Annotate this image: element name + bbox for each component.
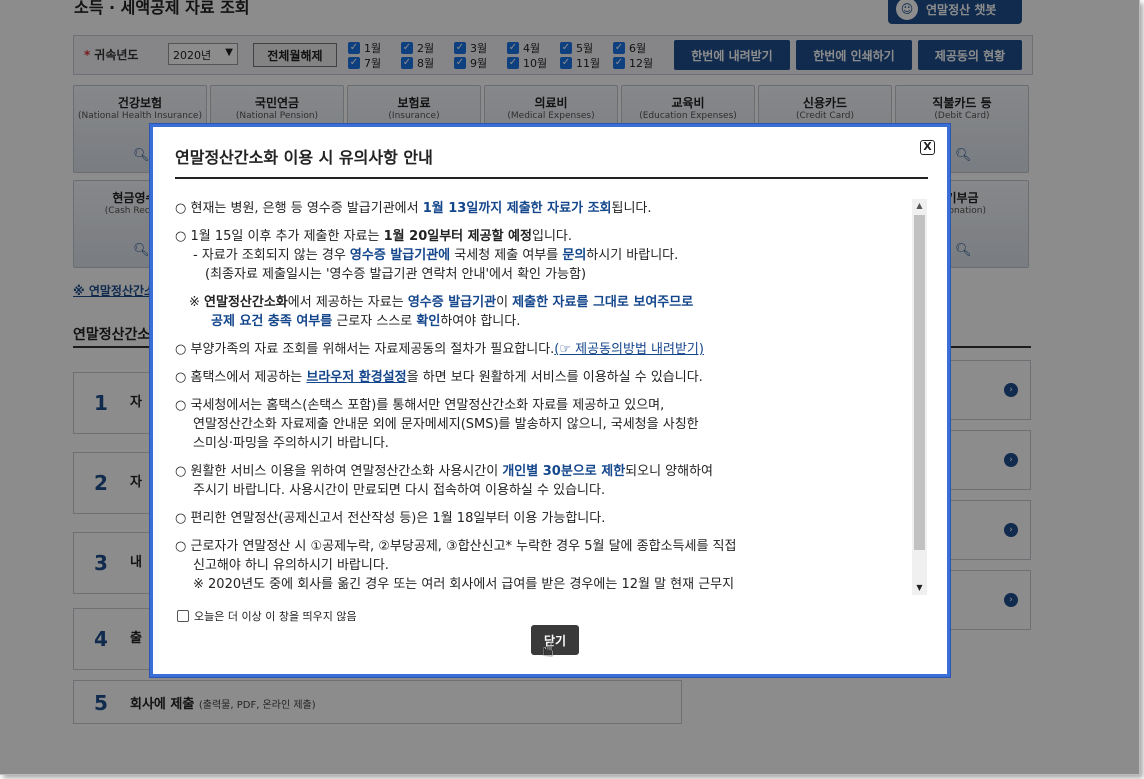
- notice-item: ○ 국세청에서는 홈택스(손택스 포함)를 통해서만 연말정산간소화 자료를 제…: [175, 398, 699, 451]
- scroll-up-icon[interactable]: ▲: [912, 199, 927, 213]
- modal-title: 연말정산간소화 이용 시 유의사항 안내: [175, 148, 433, 167]
- notice-item: ○ 홈택스에서 제공하는 브라우저 환경설정을 하면 보다 원활하게 서비스를 …: [175, 370, 703, 385]
- scrollbar[interactable]: ▲ ▼: [912, 199, 927, 595]
- browser-settings-link[interactable]: 브라우저 환경설정: [306, 370, 406, 385]
- consent-method-download-link[interactable]: (☞ 제공동의방법 내려받기): [554, 342, 704, 357]
- close-button[interactable]: 닫기: [531, 625, 579, 655]
- notice-item: ○ 편리한 연말정산(공제신고서 전산작성 등)은 1월 18일부터 이용 가능…: [175, 511, 606, 526]
- modal-divider: [175, 177, 928, 179]
- close-icon[interactable]: X: [920, 140, 935, 155]
- notice-item: ○ 근로자가 연말정산 시 ①공제누락, ②부당공제, ③합산신고* 누락한 경…: [175, 539, 737, 592]
- notice-content: ○ 현재는 병원, 은행 등 영수증 발급기관에서 1월 13일까지 제출한 자…: [175, 199, 910, 595]
- browser-frame: 소득 · 세액공제 자료 조회 ☺ 연말정산 챗봇 * 귀속년도 2020년 ▼ 전…: [0, 0, 1140, 775]
- dont-show-today-checkbox[interactable]: 오늘은 더 이상 이 창을 띄우지 않음: [177, 608, 357, 624]
- hand-cursor-icon: ☝: [542, 637, 555, 661]
- notice-item: ※ 연말정산간소화에서 제공하는 자료는 영수증 발급기관이 제출한 자료를 그…: [189, 295, 694, 329]
- checkbox-box[interactable]: [177, 610, 189, 622]
- notice-modal: 연말정산간소화 이용 시 유의사항 안내 X ○ 현재는 병원, 은행 등 영수…: [150, 124, 950, 677]
- notice-item: ○ 1월 15일 이후 추가 제출한 자료는 1월 20일부터 제공할 예정입니…: [175, 229, 679, 282]
- notice-item: ○ 현재는 병원, 은행 등 영수증 발급기관에서 1월 13일까지 제출한 자…: [175, 201, 652, 216]
- scrollbar-thumb[interactable]: [914, 215, 925, 550]
- notice-item: ○ 부양가족의 자료 조회를 위해서는 자료제공동의 절차가 필요합니다.(☞ …: [175, 342, 704, 357]
- notice-item: ○ 원활한 서비스 이용을 위하여 연말정산간소화 사용시간이 개인별 30분으…: [175, 464, 714, 498]
- scroll-down-icon[interactable]: ▼: [912, 581, 927, 595]
